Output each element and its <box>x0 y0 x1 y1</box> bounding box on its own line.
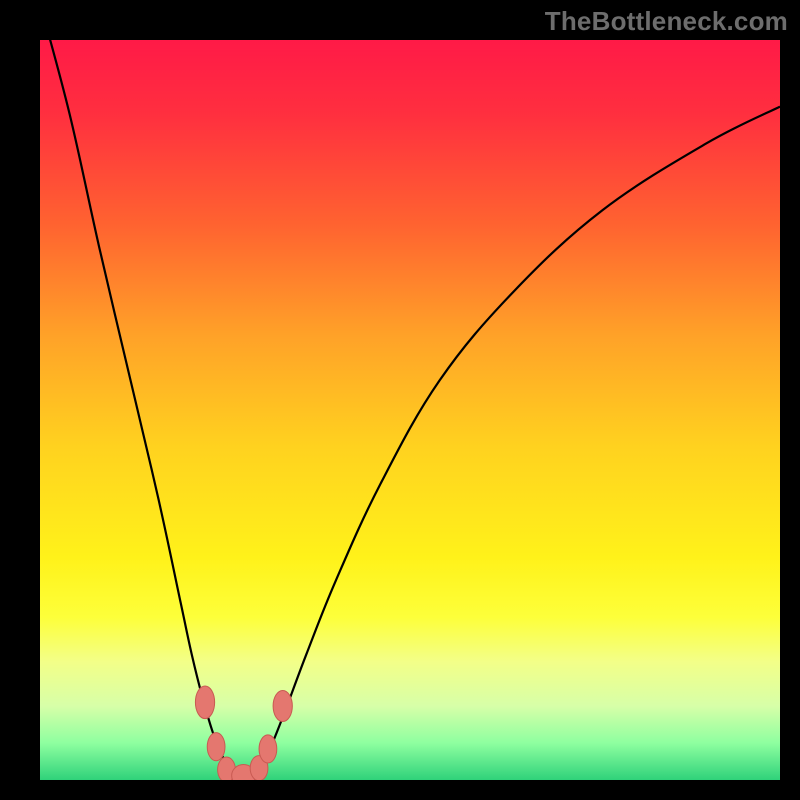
curve-marker <box>273 690 292 721</box>
curve-marker <box>195 686 214 719</box>
chart-svg <box>40 40 780 780</box>
curve-marker <box>259 735 277 763</box>
watermark-text: TheBottleneck.com <box>545 6 788 37</box>
chart-frame: TheBottleneck.com <box>0 0 800 800</box>
gradient-background <box>40 40 780 780</box>
curve-marker <box>207 733 225 761</box>
plot-area <box>40 40 780 780</box>
